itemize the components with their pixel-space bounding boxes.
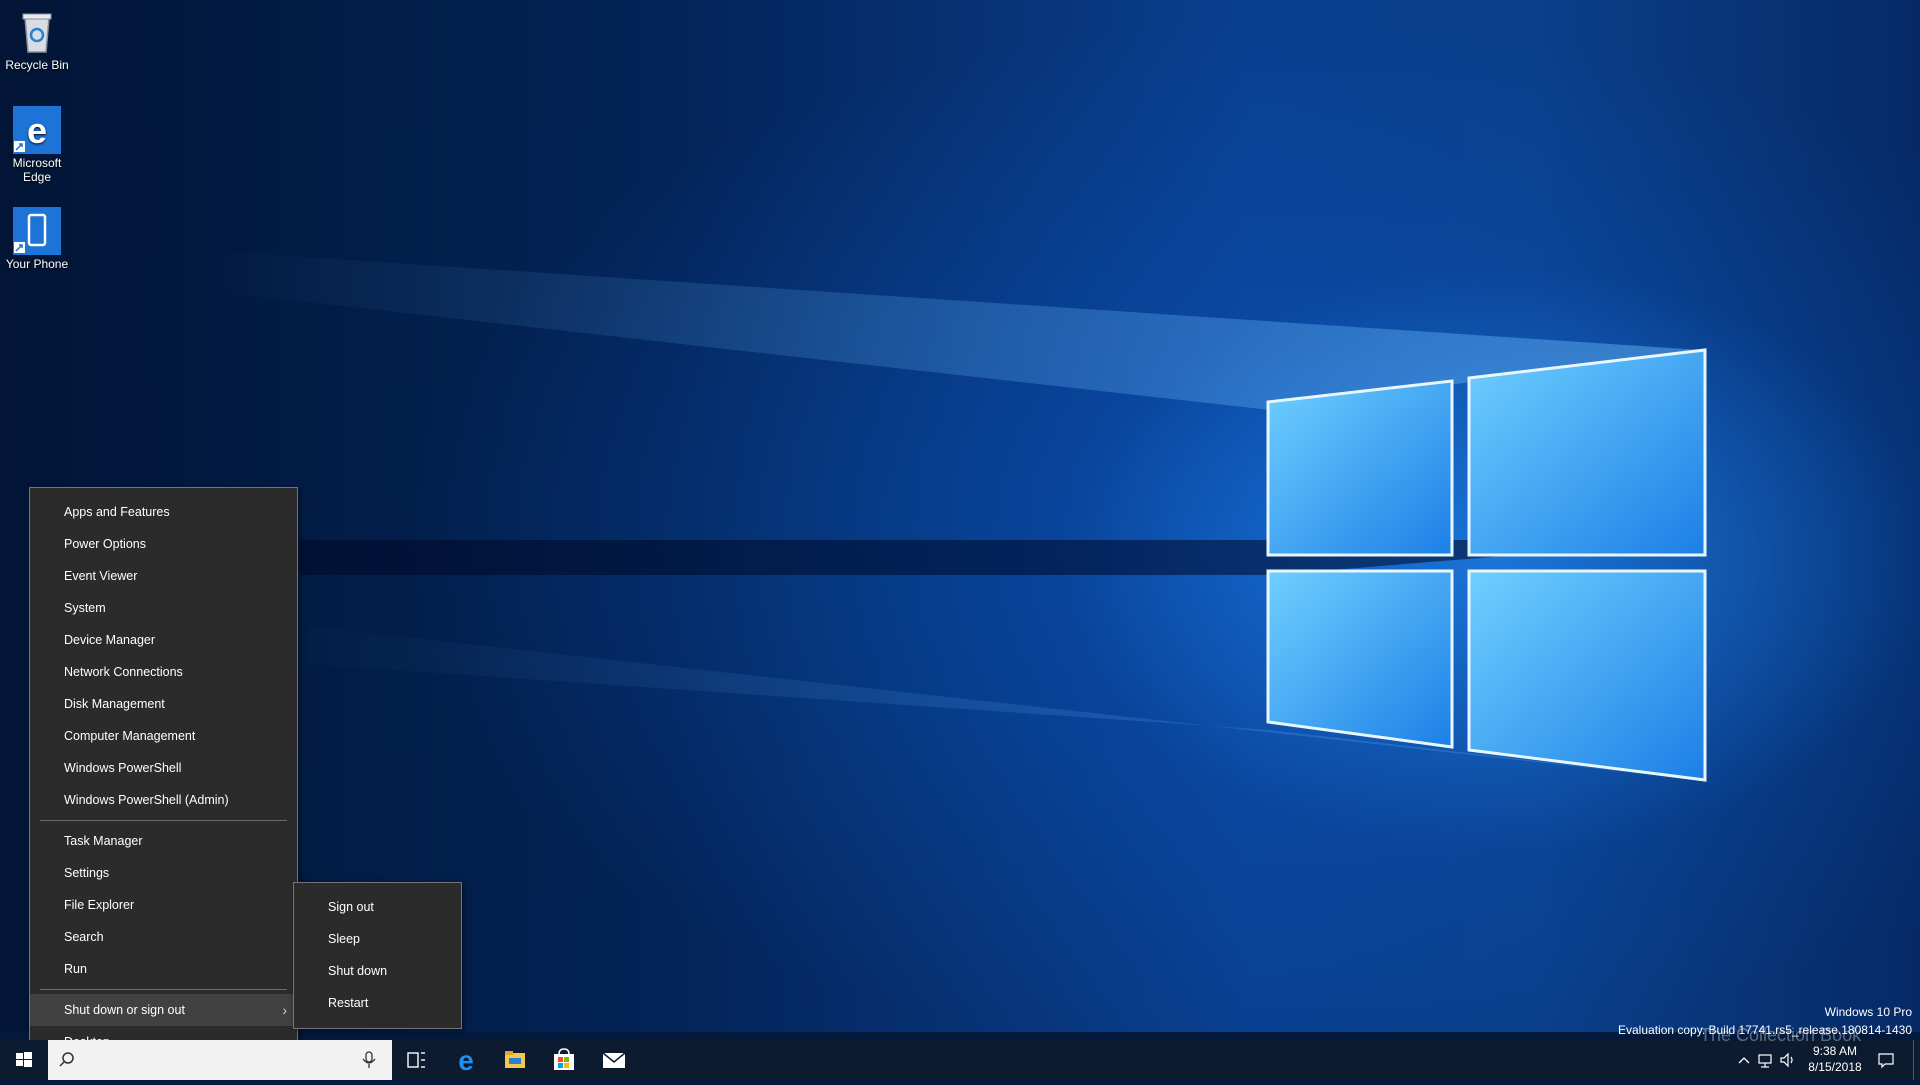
menu-item-apps-and-features[interactable]: Apps and Features bbox=[30, 496, 297, 528]
taskbar-file-explorer-button[interactable] bbox=[491, 1040, 539, 1080]
menu-item-power-options[interactable]: Power Options bbox=[30, 528, 297, 560]
menu-separator bbox=[40, 989, 287, 990]
menu-item-computer-management[interactable]: Computer Management bbox=[30, 720, 297, 752]
menu-item-windows-powershell[interactable]: Windows PowerShell bbox=[30, 752, 297, 784]
recycle-bin-icon bbox=[13, 8, 61, 56]
menu-separator bbox=[40, 820, 287, 821]
desktop-icon-label: Your Phone bbox=[5, 257, 69, 271]
desktop-icon-edge[interactable]: e Microsoft Edge bbox=[0, 106, 74, 184]
mail-icon bbox=[602, 1052, 626, 1068]
desktop-icon-label: Recycle Bin bbox=[5, 58, 69, 72]
edge-icon: e bbox=[13, 106, 61, 154]
start-button[interactable] bbox=[0, 1040, 48, 1080]
task-view-icon bbox=[407, 1052, 425, 1068]
submenu-item-restart[interactable]: Restart bbox=[294, 987, 461, 1019]
desktop-icon-recycle-bin[interactable]: Recycle Bin bbox=[0, 8, 74, 72]
svg-text:e: e bbox=[27, 110, 47, 151]
menu-item-shut-down-or-sign-out[interactable]: Shut down or sign out › bbox=[30, 994, 297, 1026]
menu-item-disk-management[interactable]: Disk Management bbox=[30, 688, 297, 720]
menu-item-device-manager[interactable]: Device Manager bbox=[30, 624, 297, 656]
menu-item-search[interactable]: Search bbox=[30, 921, 297, 953]
submenu-item-sign-out[interactable]: Sign out bbox=[294, 891, 461, 923]
svg-text:e: e bbox=[458, 1045, 474, 1076]
menu-item-event-viewer[interactable]: Event Viewer bbox=[30, 560, 297, 592]
desktop-icon-your-phone[interactable]: Your Phone bbox=[0, 207, 74, 271]
taskbar: e 9:38 AM 8/15/2018 bbox=[0, 1040, 1920, 1080]
menu-item-windows-powershell-admin[interactable]: Windows PowerShell (Admin) bbox=[30, 784, 297, 816]
taskbar-store-button[interactable] bbox=[540, 1040, 588, 1080]
taskbar-search-box[interactable] bbox=[48, 1040, 392, 1080]
task-view-button[interactable] bbox=[392, 1040, 440, 1080]
start-icon bbox=[16, 1052, 32, 1067]
chevron-right-icon: › bbox=[282, 1002, 287, 1018]
phone-icon bbox=[13, 207, 61, 255]
edge-icon: e bbox=[458, 1045, 474, 1076]
collection-book-overlay-logo: The Collection Book bbox=[1700, 1025, 1862, 1045]
microphone-icon[interactable] bbox=[361, 1051, 377, 1069]
menu-item-file-explorer[interactable]: File Explorer bbox=[30, 889, 297, 921]
volume-icon[interactable] bbox=[1778, 1050, 1798, 1070]
file-explorer-icon bbox=[505, 1051, 525, 1068]
shutdown-submenu: Sign out Sleep Shut down Restart bbox=[293, 882, 462, 1029]
submenu-item-sleep[interactable]: Sleep bbox=[294, 923, 461, 955]
store-icon bbox=[554, 1048, 574, 1070]
menu-item-run[interactable]: Run bbox=[30, 953, 297, 985]
search-icon bbox=[59, 1052, 74, 1067]
show-hidden-icons-chevron-icon[interactable] bbox=[1734, 1050, 1754, 1070]
clock-date: 8/15/2018 bbox=[1808, 1060, 1862, 1074]
menu-item-system[interactable]: System bbox=[30, 592, 297, 624]
menu-item-task-manager[interactable]: Task Manager bbox=[30, 825, 297, 857]
network-icon[interactable] bbox=[1756, 1050, 1776, 1070]
submenu-item-shut-down[interactable]: Shut down bbox=[294, 955, 461, 987]
winx-power-user-menu: Apps and Features Power Options Event Vi… bbox=[29, 487, 298, 1068]
taskbar-clock[interactable]: 9:38 AM 8/15/2018 bbox=[1800, 1043, 1870, 1075]
taskbar-mail-button[interactable] bbox=[590, 1040, 638, 1080]
edition-text: Windows 10 Pro bbox=[1824, 1005, 1912, 1019]
menu-item-label: Shut down or sign out bbox=[64, 1003, 185, 1017]
taskbar-edge-button[interactable]: e bbox=[442, 1040, 490, 1080]
show-desktop-button[interactable] bbox=[1913, 1040, 1920, 1080]
desktop-icon-label: Microsoft Edge bbox=[12, 156, 62, 184]
action-center-icon[interactable] bbox=[1876, 1050, 1896, 1070]
menu-item-settings[interactable]: Settings bbox=[30, 857, 297, 889]
menu-item-network-connections[interactable]: Network Connections bbox=[30, 656, 297, 688]
